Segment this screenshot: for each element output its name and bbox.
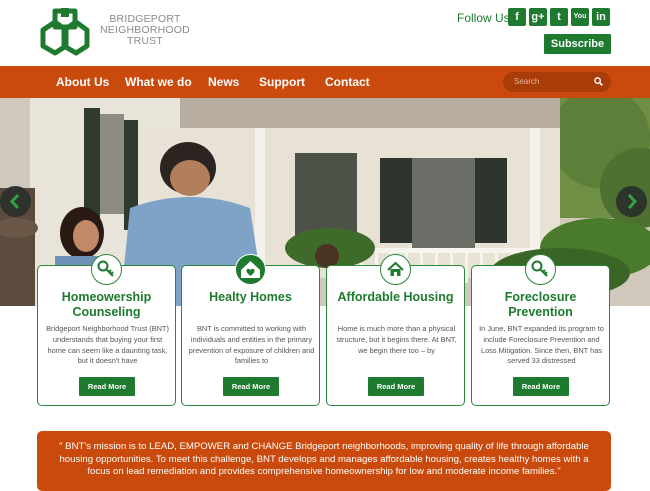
slider-prev-button[interactable]: [0, 186, 31, 217]
card-text: In June, BNT expanded its program to inc…: [479, 324, 604, 366]
card-title: Homeowership Counseling: [61, 290, 152, 319]
follow-us-label: Follow Us: [457, 11, 510, 25]
twitter-icon[interactable]: t: [550, 8, 568, 26]
nav-what-we-do[interactable]: What we do: [125, 66, 192, 98]
card-title: Healty Homes: [209, 290, 292, 304]
card-affordable-housing: Affordable Housing Home is much more tha…: [326, 254, 465, 406]
search-placeholder: Search: [514, 77, 540, 86]
nav-news[interactable]: News: [208, 66, 239, 98]
card-title: Affordable Housing: [337, 290, 454, 304]
read-more-button[interactable]: Read More: [513, 377, 569, 396]
youtube-icon[interactable]: You: [571, 8, 589, 26]
main-nav: About Us What we do News Support Contact…: [0, 66, 650, 98]
card-text: BNT is committed to working with individ…: [188, 324, 315, 366]
subscribe-button[interactable]: Subscribe: [544, 34, 611, 54]
slider-next-button[interactable]: [616, 186, 647, 217]
search-input[interactable]: Search: [503, 72, 611, 92]
chevron-left-icon: [9, 193, 20, 210]
card-foreclosure-prevention: Foreclosure Prevention In June, BNT expa…: [471, 254, 610, 406]
brand-name: BRIDGEPORT NEIGHBORHOOD TRUST: [100, 14, 190, 47]
read-more-button[interactable]: Read More: [223, 377, 279, 396]
linkedin-icon[interactable]: in: [592, 8, 610, 26]
card-homeownership-counseling: Homeowership Counseling Bridgeport Neigh…: [37, 254, 176, 406]
key-icon: [525, 254, 556, 285]
card-title: Foreclosure Prevention: [504, 290, 577, 319]
google-plus-icon[interactable]: g+: [529, 8, 547, 26]
site-header: BRIDGEPORT NEIGHBORHOOD TRUST Follow Us …: [0, 0, 650, 66]
read-more-button[interactable]: Read More: [79, 377, 135, 396]
mission-statement: " BNT's mission is to LEAD, EMPOWER and …: [37, 431, 611, 491]
card-text: Home is much more than a physical struct…: [336, 324, 457, 355]
nav-contact[interactable]: Contact: [325, 66, 370, 98]
key-icon: [91, 254, 122, 285]
brand-line-3: TRUST: [126, 35, 163, 47]
heart-house-icon: [235, 254, 266, 285]
facebook-icon[interactable]: f: [508, 8, 526, 26]
search-icon[interactable]: [594, 77, 603, 86]
nav-support[interactable]: Support: [259, 66, 305, 98]
nav-about-us[interactable]: About Us: [56, 66, 109, 98]
card-text: Bridgeport Neighborhood Trust (BNT) unde…: [46, 324, 169, 366]
read-more-button[interactable]: Read More: [368, 377, 424, 396]
chevron-right-icon: [627, 193, 638, 210]
card-healty-homes: Healty Homes BNT is committed to working…: [181, 254, 320, 406]
bnt-logo[interactable]: [38, 8, 92, 56]
home-icon: [380, 254, 411, 285]
